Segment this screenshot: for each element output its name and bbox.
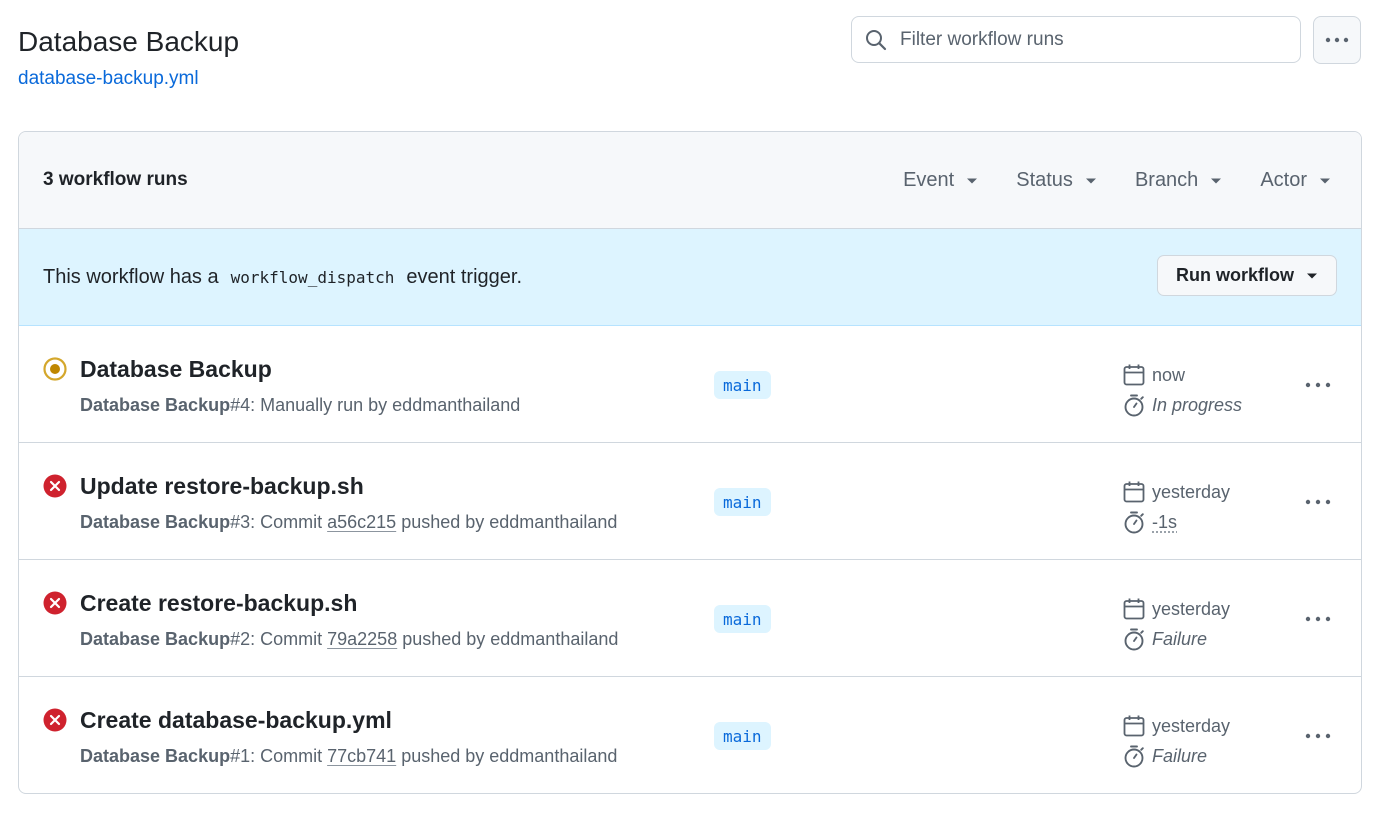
run-meta: yesterday Failure [1122,594,1230,654]
filter-bar: Event Status Branch Actor [865,132,1331,229]
run-subtitle: Database Backup#4: Manually run by eddma… [80,395,520,416]
caret-down-icon [1306,272,1318,280]
run-time: yesterday [1152,481,1231,502]
run-more-options-button[interactable] [1303,369,1333,399]
run-title[interactable]: Database Backup [80,356,272,383]
run-meta: yesterday -1s [1122,477,1230,537]
run-number: #2 [230,629,251,649]
dispatch-banner: This workflow has a workflow_dispatch ev… [19,229,1361,326]
run-workflow-name: Database Backup [80,512,231,532]
run-count: 3 workflow runs [43,169,188,190]
filter-runs-search[interactable] [851,16,1301,63]
caret-down-icon [1210,177,1222,185]
calendar-icon [1122,363,1146,387]
run-workflow-name: Database Backup [80,395,231,415]
calendar-icon [1122,597,1146,621]
run-meta: now In progress [1122,360,1242,420]
branch-label[interactable]: main [714,488,771,516]
workflow-run-row[interactable]: Create restore-backup.sh Database Backup… [19,560,1361,677]
workflow-run-row[interactable]: Update restore-backup.sh Database Backup… [19,443,1361,560]
run-duration: Failure [1152,628,1208,649]
caret-down-icon [966,177,978,185]
workflow-runs-box: 3 workflow runs Event Status Branch Acto… [18,131,1362,794]
filter-label: Branch [1134,169,1199,191]
filter-label: Event [903,169,955,191]
search-icon [864,28,888,52]
kebab-horizontal-icon [1305,492,1331,510]
run-workflow-label: Run workflow [1176,265,1294,285]
more-options-button[interactable] [1313,16,1361,64]
run-trigger-suffix: pushed by eddmanthailand [397,629,619,649]
workflow-run-row[interactable]: Database Backup Database Backup#4: Manua… [19,326,1361,443]
stopwatch-icon [1122,510,1146,534]
run-number: #3 [230,512,251,532]
run-duration: -1s [1152,511,1178,532]
commit-sha-link[interactable]: a56c215 [327,512,396,532]
failure-icon [43,591,67,615]
run-time: now [1152,364,1186,385]
in-progress-icon [43,357,67,381]
stopwatch-icon [1122,393,1146,417]
calendar-icon [1122,714,1146,738]
kebab-horizontal-icon [1305,375,1331,393]
run-duration: Failure [1152,745,1208,766]
workflow-file-link[interactable]: database-backup.yml [18,68,199,90]
run-number: #4 [230,395,251,415]
filter-branch[interactable]: Branch [1135,169,1222,192]
run-trigger-prefix: : Commit [250,746,328,766]
run-more-options-button[interactable] [1303,603,1333,633]
run-title[interactable]: Create restore-backup.sh [80,590,357,617]
branch-label[interactable]: main [714,722,771,750]
banner-text-before: This workflow has a [43,265,219,288]
banner-code: workflow_dispatch [230,267,395,287]
run-duration: In progress [1152,394,1243,415]
filter-status[interactable]: Status [1016,169,1097,192]
stopwatch-icon [1122,744,1146,768]
run-subtitle: Database Backup#3: Commit a56c215 pushed… [80,512,617,533]
failure-icon [43,474,67,498]
kebab-horizontal-icon [1305,609,1331,627]
run-workflow-name: Database Backup [80,629,231,649]
workflow-run-row[interactable]: Create database-backup.yml Database Back… [19,677,1361,793]
branch-label[interactable]: main [714,371,771,399]
filter-event[interactable]: Event [903,169,978,192]
run-meta: yesterday Failure [1122,711,1230,771]
caret-down-icon [1085,177,1097,185]
run-subtitle: Database Backup#2: Commit 79a2258 pushed… [80,629,618,650]
banner-text-after: event trigger. [406,265,523,288]
filter-actor[interactable]: Actor [1260,169,1331,192]
caret-down-icon [1319,177,1331,185]
run-title[interactable]: Update restore-backup.sh [80,473,364,500]
run-number: #1 [230,746,251,766]
run-trigger: : Manually run by eddmanthailand [250,395,521,415]
run-trigger-suffix: pushed by eddmanthailand [396,512,618,532]
failure-icon [43,708,67,732]
run-trigger-prefix: : Commit [250,629,328,649]
run-title[interactable]: Create database-backup.yml [80,707,392,734]
run-workflow-name: Database Backup [80,746,231,766]
filter-label: Status [1016,169,1073,191]
run-more-options-button[interactable] [1303,486,1333,516]
filter-label: Actor [1260,169,1307,191]
branch-label[interactable]: main [714,605,771,633]
commit-sha-link[interactable]: 79a2258 [327,629,397,649]
search-input[interactable] [900,28,1260,51]
kebab-horizontal-icon [1325,31,1349,49]
commit-sha-link[interactable]: 77cb741 [327,746,396,766]
page-title: Database Backup [18,26,240,57]
run-time: yesterday [1152,715,1231,736]
kebab-horizontal-icon [1305,726,1331,744]
stopwatch-icon [1122,627,1146,651]
run-more-options-button[interactable] [1303,720,1333,750]
run-trigger-prefix: : Commit [250,512,328,532]
calendar-icon [1122,480,1146,504]
run-subtitle: Database Backup#1: Commit 77cb741 pushed… [80,746,617,767]
run-workflow-button[interactable]: Run workflow [1157,255,1337,296]
runs-header: 3 workflow runs Event Status Branch Acto… [19,132,1361,229]
run-time: yesterday [1152,598,1231,619]
run-trigger-suffix: pushed by eddmanthailand [396,746,618,766]
